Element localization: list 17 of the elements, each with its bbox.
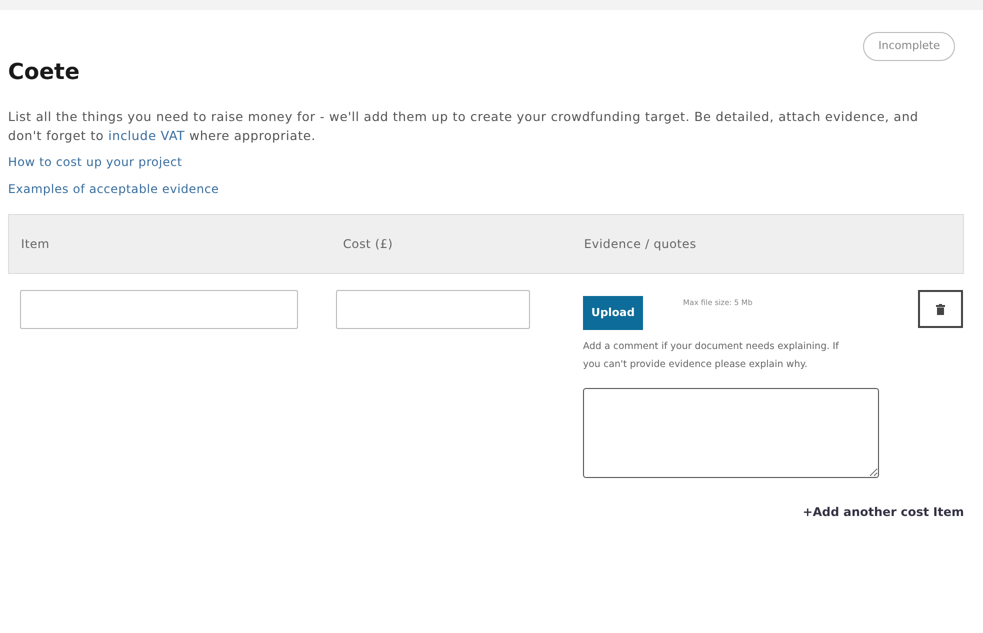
column-header: Cost (£) — [343, 236, 394, 253]
column-header: Item — [21, 236, 51, 253]
comment-hint: Add a comment if your document needs explaining. If you can't provide evidence please explain why. — [583, 340, 840, 372]
status-badge: Incomplete — [863, 32, 955, 60]
add-cost-item-link[interactable]: +Add another cost Item — [802, 503, 964, 521]
column-header: Evidence / quotes — [584, 236, 698, 253]
upload-button[interactable]: Upload — [583, 296, 643, 330]
help-link[interactable]: Examples of acceptable evidence — [8, 180, 219, 198]
section-title: Coete — [8, 59, 80, 87]
vat-link[interactable]: include VAT — [108, 128, 185, 143]
comment-field[interactable] — [583, 388, 879, 478]
cost-field[interactable] — [336, 290, 530, 329]
help-link[interactable]: How to cost up your project — [8, 153, 182, 171]
trash-icon — [936, 304, 945, 314]
intro-paragraph: List all the things you need to raise money for - we'll add them up to create your crowdfunding target. Be detailed, attach evidence, and don't forget to include VAT where appropriate. — [8, 108, 920, 145]
item-field[interactable] — [20, 290, 298, 329]
delete-button[interactable] — [918, 290, 963, 328]
